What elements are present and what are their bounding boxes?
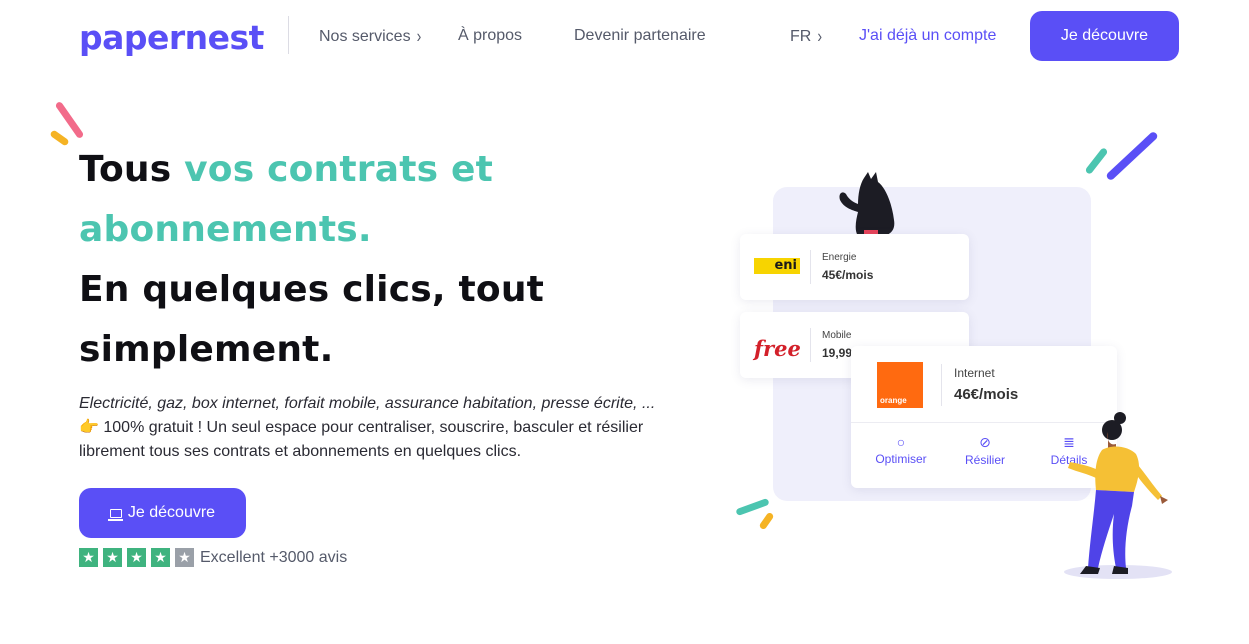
orange-logo: orange — [877, 362, 923, 408]
hero-cta-label: Je découvre — [127, 504, 216, 521]
hero-description-services: Electricité, gaz, box internet, forfait … — [79, 395, 656, 412]
action-cancel[interactable]: ⊘ Résilier — [957, 434, 1013, 467]
hero-description-text: 100% gratuit ! Un seul espace pour centr… — [79, 419, 644, 460]
card-label: Mobile — [822, 330, 852, 341]
card-label: Energie — [822, 252, 857, 263]
card-divider — [941, 364, 942, 406]
nav-services[interactable]: Nos services › — [319, 25, 421, 48]
chevron-right-icon: › — [817, 25, 822, 47]
decor-stick-yellow — [49, 129, 70, 147]
person-illustration — [1064, 412, 1172, 579]
hero-title-part2: En quelques clics, tout simplement. — [79, 269, 545, 370]
hero-cta-button[interactable]: Je découvre — [79, 488, 246, 538]
pointing-hand-icon: 👉 — [79, 419, 99, 436]
star-icon: ★ — [151, 548, 170, 567]
decor-stick-purple — [1105, 130, 1159, 182]
papernest-logo[interactable]: papernest — [79, 18, 264, 58]
eni-logo: eni — [754, 258, 800, 274]
card-divider — [810, 250, 811, 284]
trustpilot-rating[interactable]: ★ ★ ★ ★ ★ Excellent +3000 avis — [79, 548, 347, 567]
nav-services-label: Nos services — [319, 28, 411, 45]
card-price: 45€/mois — [822, 268, 874, 282]
laptop-icon — [107, 508, 123, 521]
nav-partner[interactable]: Devenir partenaire — [574, 25, 706, 47]
star-icon: ★ — [103, 548, 122, 567]
decor-stick-teal-bottom — [735, 497, 770, 517]
decor-stick-yellow-bottom — [758, 511, 775, 531]
contract-card-energy[interactable]: eni Energie 45€/mois — [740, 234, 969, 300]
action-optimize[interactable]: ○ Optimiser — [873, 434, 929, 466]
search-icon: ○ — [896, 434, 906, 450]
nav-cta-button[interactable]: Je découvre — [1030, 11, 1179, 61]
card-price: 19,99 — [822, 346, 853, 360]
language-label: FR — [790, 28, 812, 45]
nav-about[interactable]: À propos — [458, 25, 522, 47]
language-selector[interactable]: FR › — [790, 25, 822, 48]
decor-stick-teal — [1084, 147, 1109, 175]
cat-illustration — [839, 172, 895, 236]
card-label: Internet — [954, 366, 995, 380]
star-icon: ★ — [79, 548, 98, 567]
star-icon: ★ — [127, 548, 146, 567]
action-label: Résilier — [964, 453, 1005, 467]
free-logo: free — [754, 336, 801, 361]
action-label: Optimiser — [875, 452, 927, 466]
star-icon: ★ — [175, 548, 194, 567]
rating-text: Excellent +3000 avis — [200, 548, 348, 566]
login-link[interactable]: J'ai déjà un compte — [859, 25, 996, 47]
hero-title-part1: Tous — [79, 149, 185, 190]
card-divider — [810, 328, 811, 362]
hero-description: Electricité, gaz, box internet, forfait … — [79, 392, 679, 464]
hero-title: Tous vos contrats et abonnements. En que… — [79, 140, 639, 380]
card-price: 46€/mois — [954, 386, 1019, 403]
top-navigation: papernest Nos services › À propos Devenir… — [0, 0, 1249, 72]
chevron-right-icon: › — [416, 25, 422, 47]
nav-divider — [288, 16, 289, 54]
cancel-icon: ⊘ — [979, 434, 991, 450]
